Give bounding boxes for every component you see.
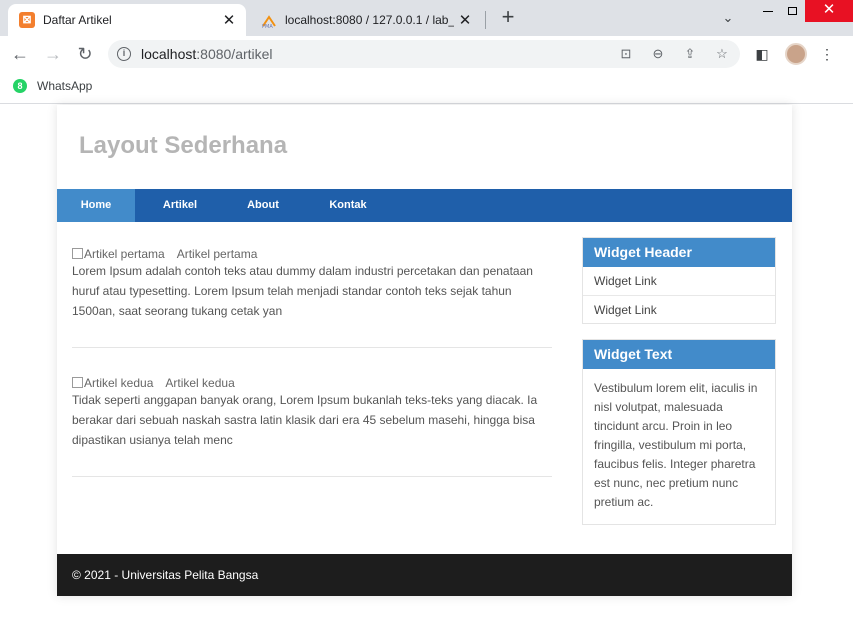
site-title: Layout Sederhana	[79, 132, 288, 159]
close-tab-icon[interactable]: ✕	[218, 11, 240, 29]
tab-title: localhost:8080 / 127.0.0.1 / lab_ci4	[285, 13, 454, 27]
article-title-link[interactable]: Artikel kedua	[165, 376, 234, 390]
article-title-link[interactable]: Artikel pertama	[177, 247, 258, 261]
tab-phpmyadmin[interactable]: PMA localhost:8080 / 127.0.0.1 / lab_ci4…	[250, 4, 482, 36]
tab-separator	[485, 11, 486, 29]
phpmyadmin-favicon-icon: PMA	[261, 12, 277, 28]
tab-search-icon[interactable]: ⌄	[717, 7, 739, 29]
article-image: Artikel pertama	[72, 247, 165, 261]
nav-home[interactable]: Home	[57, 189, 135, 222]
tab-daftar-artikel[interactable]: ⊠ Daftar Artikel ✕	[8, 4, 246, 36]
main-nav: Home Artikel About Kontak	[57, 189, 792, 222]
bookmarks-bar: 8 WhatsApp	[0, 72, 853, 104]
url-text[interactable]: localhost:8080/artikel	[141, 46, 273, 62]
site-footer: © 2021 - Universitas Pelita Bangsa	[57, 554, 792, 596]
page-viewport: Layout Sederhana Home Artikel About Kont…	[0, 105, 853, 625]
side-panel-icon[interactable]: ◧	[752, 44, 772, 64]
widget-link[interactable]: Widget Link	[583, 295, 775, 323]
widget-header: Widget Text	[583, 340, 775, 369]
widget-header: Widget Header	[583, 238, 775, 267]
nav-about[interactable]: About	[225, 189, 301, 222]
svg-text:PMA: PMA	[262, 24, 273, 28]
profile-avatar[interactable]	[785, 43, 807, 65]
maximize-icon[interactable]	[781, 0, 803, 22]
address-bar[interactable]: i localhost:8080/artikel ⊡ ⊖ ⇪ ☆	[108, 40, 740, 68]
widget-links: Widget Header Widget Link Widget Link	[582, 237, 776, 324]
tab-strip: ⊠ Daftar Artikel ✕ PMA localhost:8080 / …	[0, 0, 853, 36]
minimize-icon[interactable]	[757, 0, 779, 22]
share-icon[interactable]: ⇪	[680, 44, 700, 64]
whatsapp-icon: 8	[13, 79, 27, 93]
tab-title: Daftar Artikel	[43, 13, 112, 27]
article-item: Artikel kedua Artikel kedua Tidak sepert…	[72, 376, 552, 477]
widget-text-body: Vestibulum lorem elit, iaculis in nisl v…	[594, 381, 758, 509]
menu-dots-icon[interactable]: ⋮	[817, 44, 837, 64]
article-head: Artikel pertama Artikel pertama	[72, 247, 552, 261]
widget-text: Widget Text Vestibulum lorem elit, iacul…	[582, 339, 776, 525]
bookmark-whatsapp[interactable]: 8 WhatsApp	[13, 79, 92, 93]
browser-toolbar: ← → ↻ i localhost:8080/artikel ⊡ ⊖ ⇪ ☆ ◧…	[0, 36, 853, 72]
page-container: Layout Sederhana Home Artikel About Kont…	[57, 105, 792, 596]
bookmark-label: WhatsApp	[37, 79, 93, 93]
nav-artikel[interactable]: Artikel	[135, 189, 225, 222]
reload-icon[interactable]: ↻	[73, 42, 97, 66]
window-close-icon[interactable]: ✕	[805, 0, 853, 22]
article-head: Artikel kedua Artikel kedua	[72, 376, 552, 390]
site-header: Layout Sederhana	[57, 105, 792, 189]
translate-icon[interactable]: ⊡	[616, 44, 636, 64]
widget-link[interactable]: Widget Link	[583, 267, 775, 295]
new-tab-icon[interactable]: +	[496, 6, 520, 30]
zoom-icon[interactable]: ⊖	[648, 44, 668, 64]
article-image: Artikel kedua	[72, 376, 153, 390]
article-excerpt: Tidak seperti anggapan banyak orang, Lor…	[72, 393, 538, 447]
close-tab-icon[interactable]: ✕	[454, 11, 476, 29]
article-item: Artikel pertama Artikel pertama Lorem Ip…	[72, 247, 552, 348]
article-excerpt: Lorem Ipsum adalah contoh teks atau dumm…	[72, 264, 533, 318]
forward-arrow-icon[interactable]: →	[41, 42, 65, 66]
xampp-favicon-icon: ⊠	[19, 12, 35, 28]
star-icon[interactable]: ☆	[712, 44, 732, 64]
back-arrow-icon[interactable]: ←	[8, 42, 32, 66]
info-icon[interactable]: i	[117, 47, 131, 61]
nav-kontak[interactable]: Kontak	[301, 189, 395, 222]
